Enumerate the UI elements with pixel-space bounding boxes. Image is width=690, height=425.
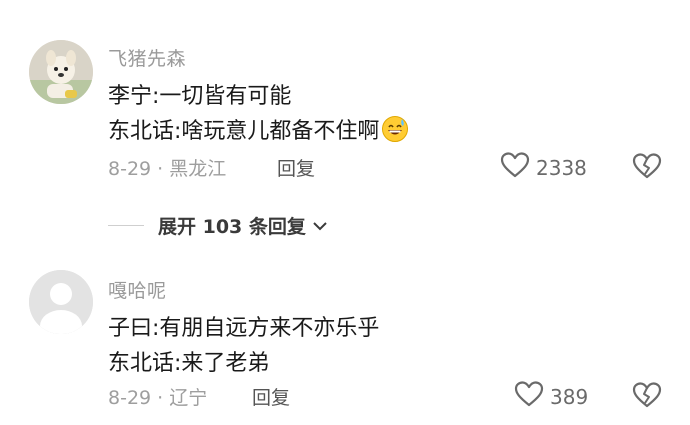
like-button[interactable]: 2338 xyxy=(500,151,587,184)
comment-1: 飞猪先森 李宁:一切皆有可能 东北话:啥玩意儿都备不住啊 8-29 · 黑龙江 … xyxy=(0,0,690,200)
like-count: 389 xyxy=(550,384,589,409)
like-count: 2338 xyxy=(536,155,587,180)
divider xyxy=(108,225,144,226)
like-button[interactable]: 389 xyxy=(514,380,588,413)
dog-photo-avatar xyxy=(29,40,93,104)
heart-icon xyxy=(514,380,544,413)
comment-text-line-1: 子曰:有朋自远方来不亦乐乎 xyxy=(108,316,380,341)
username[interactable]: 嘎哈呢 xyxy=(108,276,167,303)
chevron-down-icon xyxy=(312,215,328,237)
heart-icon xyxy=(500,151,530,184)
comment-text-line-1: 李宁:一切皆有可能 xyxy=(108,84,292,109)
avatar[interactable] xyxy=(29,270,93,334)
comment-meta: 8-29 · 黑龙江 xyxy=(108,158,227,180)
grinning-sweat-emoji-icon xyxy=(381,115,409,149)
broken-heart-icon xyxy=(632,153,662,184)
comment-meta: 8-29 · 辽宁 xyxy=(108,387,208,409)
reply-button[interactable]: 回复 xyxy=(252,383,290,410)
username[interactable]: 飞猪先森 xyxy=(108,44,186,71)
reply-button[interactable]: 回复 xyxy=(277,154,315,181)
comment-text-line-2: 东北话:来了老弟 xyxy=(108,351,270,376)
default-avatar xyxy=(29,270,93,334)
comment-text-line-2: 东北话:啥玩意儿都备不住啊 xyxy=(108,113,409,149)
expand-replies-label: 展开 103 条回复 xyxy=(158,216,306,238)
dislike-button[interactable] xyxy=(632,381,662,413)
dislike-button[interactable] xyxy=(632,152,662,184)
comment-text: 东北话:啥玩意儿都备不住啊 xyxy=(108,119,380,144)
avatar[interactable] xyxy=(29,40,93,104)
expand-replies-button[interactable]: 展开 103 条回复 xyxy=(108,212,328,239)
broken-heart-icon xyxy=(632,382,662,413)
